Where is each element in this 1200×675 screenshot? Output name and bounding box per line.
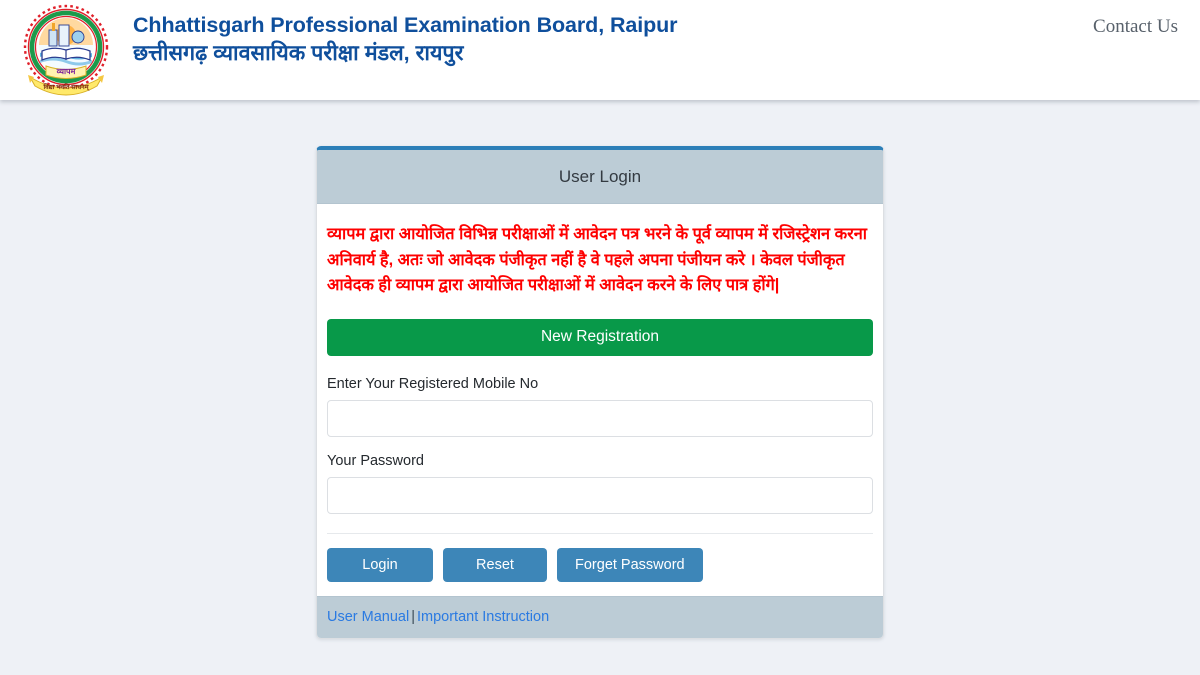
svg-text:विद्या भवति साधनम्: विद्या भवति साधनम् (42, 83, 90, 91)
registration-notice-text: व्यापम द्वारा आयोजित विभिन्न परीक्षाओं म… (327, 225, 867, 294)
mobile-field-label: Enter Your Registered Mobile No (327, 375, 539, 392)
login-button[interactable]: Login (327, 547, 433, 582)
user-manual-link[interactable]: User Manual (327, 609, 409, 625)
password-field-label: Your Password (327, 452, 424, 469)
reset-button[interactable]: Reset (443, 547, 547, 582)
site-title-english: Chhattisgarh Professional Examination Bo… (133, 13, 678, 37)
site-header: व्यापम विद्या भवति साधनम् Chhattisgarh P… (0, 0, 1200, 100)
site-title-block: Chhattisgarh Professional Examination Bo… (133, 12, 678, 68)
login-card-footer: User Manual | Important Instruction (317, 595, 883, 638)
password-input[interactable] (327, 476, 873, 514)
login-card-header: User Login (317, 150, 883, 204)
svg-text:व्यापम: व्यापम (56, 67, 77, 76)
password-field-group: Your Password (327, 453, 873, 514)
new-registration-button[interactable]: New Registration (327, 318, 873, 356)
forget-password-button[interactable]: Forget Password (557, 547, 703, 582)
mobile-number-input[interactable] (327, 399, 873, 437)
cgvyapam-emblem-icon: व्यापम विद्या भवति साधनम् (16, 3, 116, 99)
mobile-field-group: Enter Your Registered Mobile No (327, 376, 873, 437)
user-login-card: User Login व्यापम द्वारा आयोजित विभिन्न … (316, 146, 884, 639)
login-card-title: User Login (558, 166, 642, 186)
header-inner: व्यापम विद्या भवति साधनम् Chhattisgarh P… (0, 0, 1200, 100)
login-action-row: Login Reset Forget Password (317, 533, 883, 596)
login-card-body: व्यापम द्वारा आयोजित विभिन्न परीक्षाओं म… (317, 204, 883, 534)
footer-separator: | (411, 608, 415, 625)
site-title-hindi: छत्तीसगढ़ व्यावसायिक परीक्षा मंडल, रायपु… (133, 41, 464, 65)
important-instruction-link[interactable]: Important Instruction (417, 609, 549, 625)
contact-us-link[interactable]: Contact Us (1093, 16, 1178, 38)
